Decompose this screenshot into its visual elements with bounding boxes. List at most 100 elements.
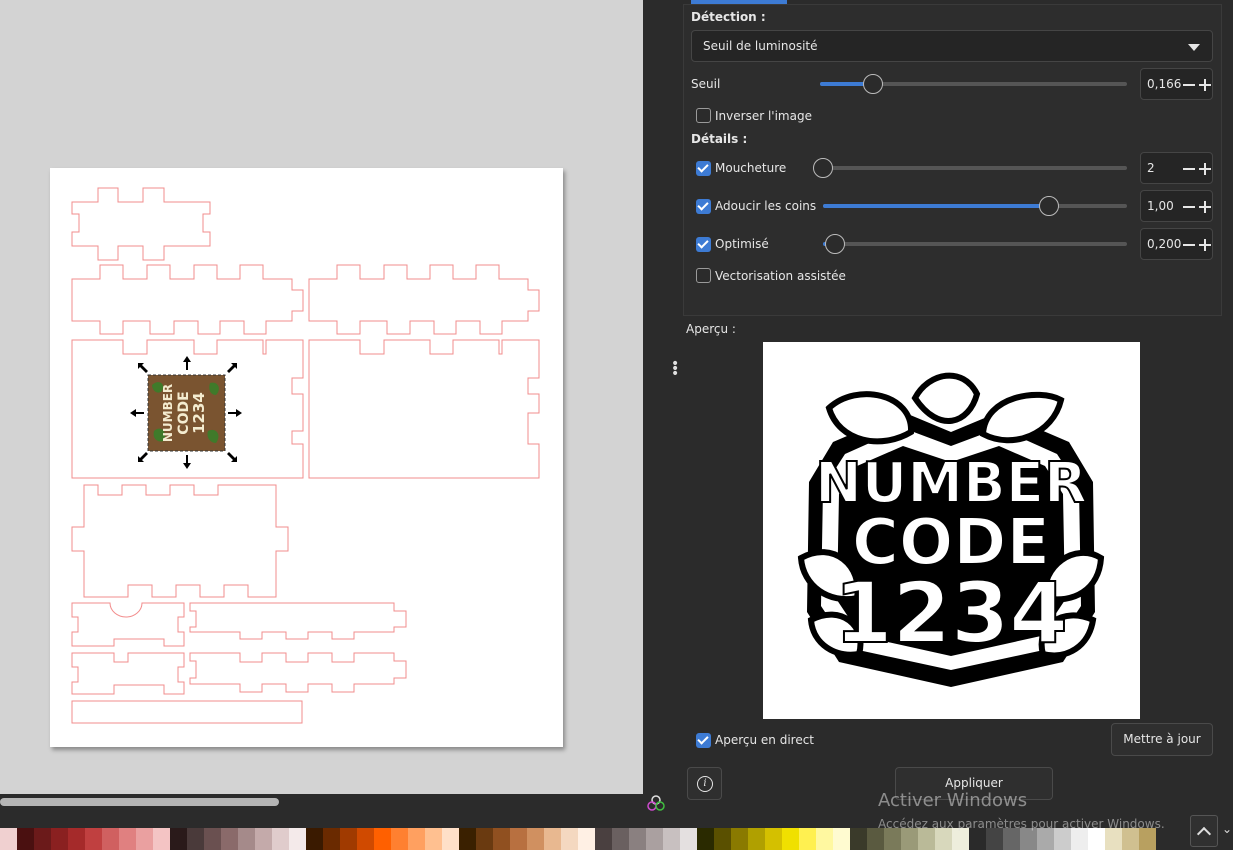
palette-swatch[interactable]	[323, 828, 340, 850]
palette-swatch[interactable]	[1088, 828, 1105, 850]
palette-swatch[interactable]	[595, 828, 612, 850]
palette-swatch[interactable]	[272, 828, 289, 850]
speckles-slider-knob[interactable]	[813, 158, 833, 178]
palette-swatch[interactable]	[918, 828, 935, 850]
palette-swatch[interactable]	[799, 828, 816, 850]
palette-swatch[interactable]	[765, 828, 782, 850]
palette-swatch[interactable]	[612, 828, 629, 850]
color-management-icon[interactable]	[645, 795, 667, 811]
palette-swatch[interactable]	[459, 828, 476, 850]
minus-icon[interactable]	[1183, 84, 1195, 86]
palette-swatch[interactable]	[476, 828, 493, 850]
palette-swatch[interactable]	[646, 828, 663, 850]
palette-swatch[interactable]	[1037, 828, 1054, 850]
palette-swatch[interactable]	[561, 828, 578, 850]
palette-swatch[interactable]	[680, 828, 697, 850]
palette-swatch[interactable]	[935, 828, 952, 850]
palette-swatch[interactable]	[969, 828, 986, 850]
palette-swatch[interactable]	[629, 828, 646, 850]
palette-swatch[interactable]	[68, 828, 85, 850]
palette-swatch[interactable]	[408, 828, 425, 850]
palette-swatch[interactable]	[663, 828, 680, 850]
minus-icon[interactable]	[1183, 168, 1195, 170]
palette-swatch[interactable]	[833, 828, 850, 850]
palette-swatch[interactable]	[510, 828, 527, 850]
palette-swatch[interactable]	[255, 828, 272, 850]
palette-swatch[interactable]	[986, 828, 1003, 850]
palette-swatch[interactable]	[867, 828, 884, 850]
document-page[interactable]: NUMBER CODE 1234	[50, 168, 563, 747]
optimize-slider[interactable]	[823, 234, 1127, 254]
palette-swatch[interactable]	[493, 828, 510, 850]
palette-swatch[interactable]	[527, 828, 544, 850]
smooth-corners-slider-knob[interactable]	[1039, 196, 1059, 216]
palette-swatch[interactable]	[816, 828, 833, 850]
invert-image-checkbox[interactable]	[696, 108, 711, 123]
panel-drag-handle-icon[interactable]: • • •	[671, 357, 679, 381]
palette-swatch[interactable]	[1003, 828, 1020, 850]
palette-swatch[interactable]	[697, 828, 714, 850]
palette-swatch[interactable]	[1139, 828, 1156, 850]
palette-swatch[interactable]	[340, 828, 357, 850]
minus-icon[interactable]	[1183, 244, 1195, 246]
palette-swatch[interactable]	[238, 828, 255, 850]
panel-divider[interactable]	[643, 0, 681, 810]
palette-swatch[interactable]	[1122, 828, 1139, 850]
speckles-spinbox[interactable]: 2	[1140, 152, 1213, 184]
palette-swatch[interactable]	[170, 828, 187, 850]
palette-swatch[interactable]	[578, 828, 595, 850]
update-preview-button[interactable]: Mettre à jour	[1111, 723, 1213, 756]
assisted-trace-checkbox[interactable]	[696, 268, 711, 283]
speckles-checkbox[interactable]	[696, 161, 711, 176]
palette-swatch[interactable]	[306, 828, 323, 850]
live-preview-checkbox[interactable]	[696, 733, 711, 748]
palette-swatch[interactable]	[1071, 828, 1088, 850]
palette-swatch[interactable]	[221, 828, 238, 850]
palette-swatch[interactable]	[1020, 828, 1037, 850]
palette-swatch[interactable]	[0, 828, 17, 850]
palette-swatch[interactable]	[153, 828, 170, 850]
smooth-corners-spinbox[interactable]: 1,00	[1140, 190, 1213, 222]
palette-swatch[interactable]	[731, 828, 748, 850]
chevron-down-icon[interactable]: ⌄	[1222, 822, 1232, 836]
palette-swatch[interactable]	[374, 828, 391, 850]
horizontal-scrollbar[interactable]	[0, 798, 279, 806]
smooth-corners-slider[interactable]	[823, 196, 1127, 216]
palette-swatch[interactable]	[187, 828, 204, 850]
palette-swatch[interactable]	[136, 828, 153, 850]
info-button[interactable]: i	[687, 767, 722, 800]
palette-swatch[interactable]	[85, 828, 102, 850]
drawing-canvas[interactable]: NUMBER CODE 1234	[0, 0, 643, 794]
palette-swatch[interactable]	[442, 828, 459, 850]
optimize-checkbox[interactable]	[696, 237, 711, 252]
palette-swatch[interactable]	[1054, 828, 1071, 850]
threshold-slider-knob[interactable]	[863, 74, 883, 94]
palette-swatch[interactable]	[1105, 828, 1122, 850]
palette-swatch[interactable]	[357, 828, 374, 850]
palette-swatch[interactable]	[425, 828, 442, 850]
palette-swatch[interactable]	[17, 828, 34, 850]
palette-swatch[interactable]	[119, 828, 136, 850]
palette-swatch[interactable]	[289, 828, 306, 850]
palette-swatch[interactable]	[714, 828, 731, 850]
palette-swatch[interactable]	[884, 828, 901, 850]
palette-swatch[interactable]	[782, 828, 799, 850]
palette-swatch[interactable]	[51, 828, 68, 850]
palette-scroll-up-button[interactable]	[1190, 815, 1218, 847]
palette-swatch[interactable]	[952, 828, 969, 850]
threshold-slider[interactable]	[820, 74, 1127, 94]
apply-button[interactable]: Appliquer	[895, 767, 1053, 800]
threshold-spinbox[interactable]: 0,166	[1140, 68, 1213, 100]
palette-swatch[interactable]	[34, 828, 51, 850]
smooth-corners-checkbox[interactable]	[696, 199, 711, 214]
minus-icon[interactable]	[1183, 206, 1195, 208]
optimize-slider-knob[interactable]	[825, 234, 845, 254]
palette-swatch[interactable]	[748, 828, 765, 850]
detection-mode-select[interactable]: Seuil de luminosité	[691, 30, 1213, 62]
palette-swatch[interactable]	[850, 828, 867, 850]
palette-swatch[interactable]	[204, 828, 221, 850]
palette-swatch[interactable]	[391, 828, 408, 850]
palette-swatch[interactable]	[102, 828, 119, 850]
palette-swatch[interactable]	[901, 828, 918, 850]
speckles-slider[interactable]	[813, 158, 1127, 178]
